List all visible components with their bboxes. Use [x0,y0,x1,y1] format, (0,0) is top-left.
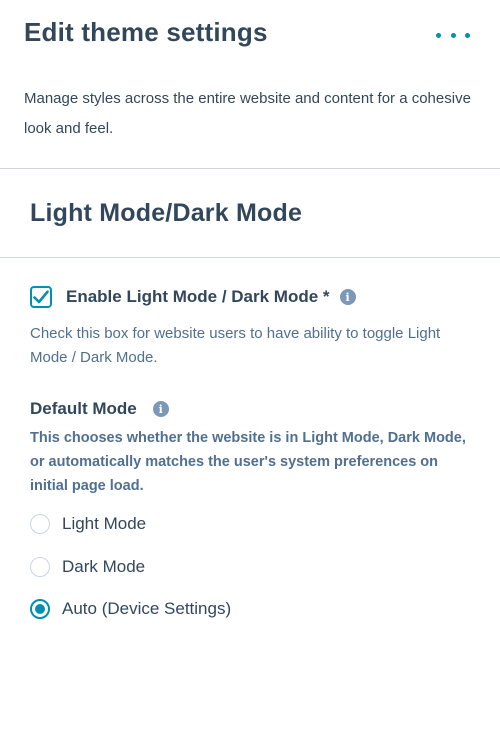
default-mode-help: This chooses whether the website is in L… [30,430,466,494]
section-title: Light Mode/Dark Mode [30,199,303,227]
enable-light-dark-mode-help: Check this box for website users to have… [30,325,441,366]
radio-label[interactable]: Dark Mode [62,557,145,577]
panel-description: Manage styles across the entire website … [24,90,471,137]
enable-light-dark-mode-checkbox[interactable] [30,286,52,308]
default-mode-label-row: Default Mode i [30,399,169,419]
more-options-icon-dot [465,32,470,38]
panel-title: Edit theme settings [24,17,268,47]
radio-option-auto[interactable]: Auto (Device Settings) [30,596,231,622]
radio-button[interactable] [30,514,50,534]
section-header: Light Mode/Dark Mode [0,169,500,258]
more-options-icon-dot [450,32,456,38]
enable-light-dark-mode-field: Enable Light Mode / Dark Mode * i [30,286,356,308]
radio-option-light-mode[interactable]: Light Mode [30,511,231,537]
panel-header: Edit theme settings Manage styles across… [0,0,500,169]
checkmark-icon [33,290,49,304]
more-options-button[interactable] [436,28,470,42]
radio-label[interactable]: Light Mode [62,514,146,534]
default-mode-label: Default Mode [30,399,137,418]
info-icon[interactable]: i [339,289,356,305]
radio-label[interactable]: Auto (Device Settings) [62,599,231,619]
enable-light-dark-mode-label[interactable]: Enable Light Mode / Dark Mode * [66,287,330,307]
radio-button[interactable] [30,556,50,577]
radio-option-dark-mode[interactable]: Dark Mode [30,554,231,580]
info-icon[interactable]: i [152,401,169,417]
more-options-icon [436,32,441,38]
default-mode-radio-group: Light Mode Dark Mode Auto (Device Settin… [30,511,231,639]
radio-button-selected[interactable] [30,599,50,619]
radio-dot [35,604,45,614]
